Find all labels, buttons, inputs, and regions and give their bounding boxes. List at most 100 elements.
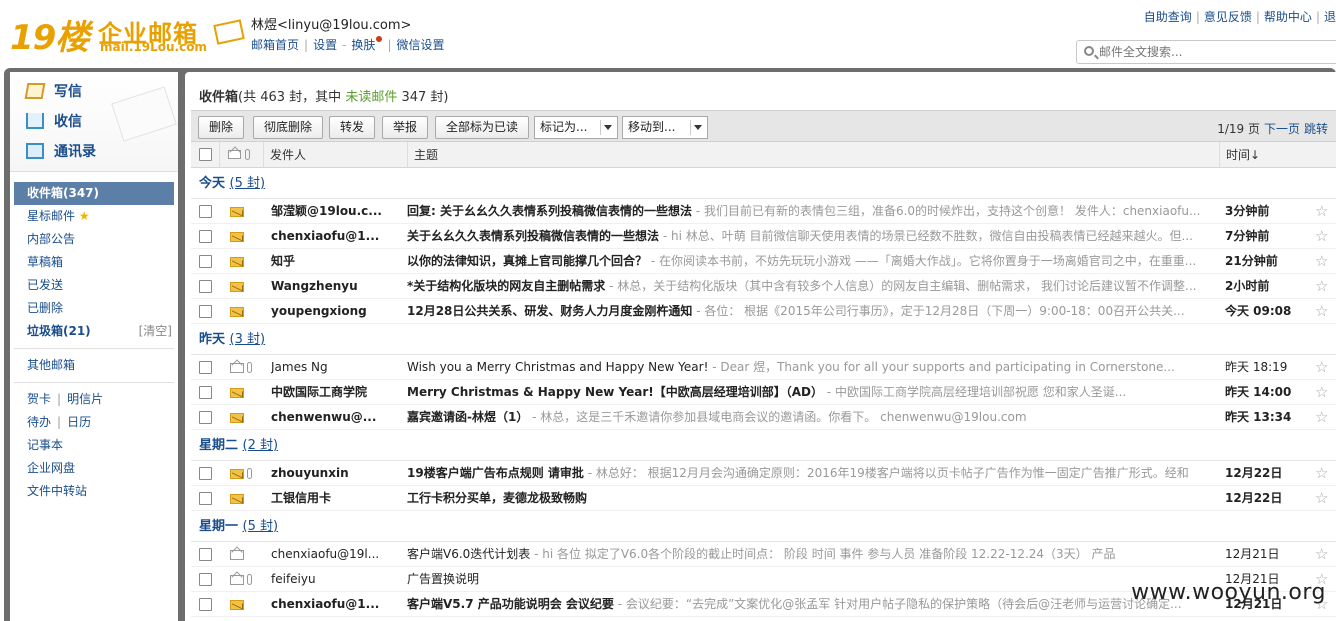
contacts-button[interactable]: 通讯录 [26, 141, 96, 163]
self-service-link[interactable]: 自助查询 [1144, 10, 1192, 24]
clear-spam-button[interactable]: [清空] [139, 320, 172, 343]
postcard-link[interactable]: 明信片 [67, 392, 103, 406]
sender-column-header[interactable]: 发件人 [263, 142, 407, 168]
mail-checkbox[interactable] [199, 305, 212, 318]
feedback-link[interactable]: 意见反馈 [1204, 10, 1252, 24]
next-page-link[interactable]: 下一页 [1264, 122, 1300, 136]
compose-button[interactable]: 写信 [24, 81, 82, 103]
mark-all-read-button[interactable]: 全部标为已读 [435, 116, 530, 139]
star-toggle-icon[interactable]: ☆ [1315, 486, 1328, 511]
nav-skin[interactable]: 换肤 [351, 38, 375, 52]
nav-settings[interactable]: 设置 [313, 38, 337, 52]
date-group-count[interactable]: (5 封) [243, 519, 279, 534]
date-group-count[interactable]: (2 封) [243, 438, 279, 453]
mail-checkbox[interactable] [199, 230, 212, 243]
todo-link[interactable]: 待办 [27, 415, 51, 429]
mail-row[interactable]: chenwenwu@... 嘉宾邀请函-林煜（1） - 林总，这是三千禾邀请你参加… [191, 405, 1336, 430]
help-center-link[interactable]: 帮助中心 [1264, 10, 1312, 24]
mail-subject[interactable]: 客户端V5.7 产品功能说明会 会议纪要 - 会议纪要：“去完成”文案优化@张孟… [407, 592, 1207, 617]
time-column-header[interactable]: 时间↓ [1219, 142, 1336, 168]
jump-page-link[interactable]: 跳转 [1304, 122, 1328, 136]
star-toggle-icon[interactable]: ☆ [1315, 249, 1328, 274]
mail-subject[interactable]: 广告置换说明 [407, 567, 1207, 592]
other-mailbox-link[interactable]: 其他邮箱 [14, 354, 174, 377]
search-icon[interactable] [1084, 46, 1094, 56]
enterprise-disk-link[interactable]: 企业网盘 [14, 457, 174, 480]
star-toggle-icon[interactable]: ☆ [1315, 355, 1328, 380]
mail-subject[interactable]: 回复: 关于幺幺久久表情系列投稿微信表情的一些想法 - 我们目前已有新的表情包三… [407, 199, 1207, 224]
calendar-link[interactable]: 日历 [67, 415, 91, 429]
mail-subject[interactable]: 以你的法律知识，真摊上官司能撑几个回合？ - 在你阅读本书前，不妨先玩玩小游戏 … [407, 249, 1207, 274]
permanent-delete-button[interactable]: 彻底删除 [253, 116, 324, 139]
search-input[interactable] [1099, 44, 1329, 60]
mail-subject[interactable]: 关于幺幺久久表情系列投稿微信表情的一些想法 - hi 林总、叶萌 目前微信聊天使… [407, 224, 1207, 249]
mail-row[interactable]: youpengxiong 12月28日公共关系、研发、财务人力月度金刚杵通知 - … [191, 299, 1336, 324]
receive-button[interactable]: 收信 [26, 111, 82, 133]
star-toggle-icon[interactable]: ☆ [1315, 224, 1328, 249]
date-group-count[interactable]: (3 封) [230, 332, 266, 347]
folder-inbox[interactable]: 收件箱(347) [14, 182, 174, 205]
folder-spam[interactable]: 垃圾箱(21) [清空] [14, 320, 174, 343]
nav-wechat-settings[interactable]: 微信设置 [396, 38, 444, 52]
mail-checkbox[interactable] [199, 205, 212, 218]
logo[interactable]: 19楼 企业邮箱 mail.19Lou.com [10, 10, 245, 58]
top-header: 19楼 企业邮箱 mail.19Lou.com 林煜<linyu@19lou.c… [0, 0, 1336, 68]
file-transfer-link[interactable]: 文件中转站 [14, 480, 174, 503]
star-toggle-icon[interactable]: ☆ [1315, 380, 1328, 405]
mail-subject[interactable]: 客户端V6.0迭代计划表 - hi 各位 拟定了V6.0各个阶段的截止时间点： … [407, 542, 1207, 567]
mail-row[interactable]: James Ng Wish you a Merry Christmas and H… [191, 355, 1336, 380]
select-all-checkbox[interactable] [199, 148, 212, 161]
mail-row[interactable]: Wangzhenyu *关于结构化版块的网友自主删帖需求 - 林总，关于结构化版块… [191, 274, 1336, 299]
mail-subject[interactable]: 19楼客户端广告布点规则 请审批 - 林总好： 根据12月月会沟通确定原则：20… [407, 461, 1207, 486]
mail-row[interactable]: chenxiaofu@19l... 客户端V6.0迭代计划表 - hi 各位 拟定… [191, 542, 1336, 567]
mail-checkbox[interactable] [199, 573, 212, 586]
mail-subject[interactable]: Wish you a Merry Christmas and Happy New… [407, 355, 1207, 380]
greeting-card-link[interactable]: 贺卡 [27, 392, 51, 406]
star-toggle-icon[interactable]: ☆ [1315, 542, 1328, 567]
mail-checkbox[interactable] [199, 492, 212, 505]
mail-subject[interactable]: 12月28日公共关系、研发、财务人力月度金刚杵通知 - 各位： 根据《2015年… [407, 299, 1207, 324]
move-to-dropdown[interactable]: 移动到... [622, 116, 708, 139]
mail-checkbox[interactable] [199, 361, 212, 374]
folder-deleted[interactable]: 已删除 [14, 297, 174, 320]
mail-row[interactable]: chenxiaofu@1... 关于幺幺久久表情系列投稿微信表情的一些想法 - h… [191, 224, 1336, 249]
folder-announcements[interactable]: 内部公告 [14, 228, 174, 251]
logout-link[interactable]: 退 [1324, 10, 1336, 24]
mail-row[interactable]: zhouyunxin 19楼客户端广告布点规则 请审批 - 林总好： 根据12月月… [191, 461, 1336, 486]
forward-button[interactable]: 转发 [329, 116, 376, 139]
mail-row[interactable]: 中欧国际工商学院 Merry Christmas & Happy New Year… [191, 380, 1336, 405]
mail-row[interactable]: 工银信用卡 工行卡积分买单，麦德龙极致畅购 12月22日 ☆ [191, 486, 1336, 511]
folder-drafts[interactable]: 草稿箱 [14, 251, 174, 274]
delete-button[interactable]: 删除 [198, 116, 245, 139]
star-toggle-icon[interactable]: ☆ [1315, 461, 1328, 486]
mail-subject[interactable]: 嘉宾邀请函-林煜（1） - 林总，这是三千禾邀请你参加县域电商会议的邀请函。你看… [407, 405, 1207, 430]
mail-row[interactable]: 知乎 以你的法律知识，真摊上官司能撑几个回合？ - 在你阅读本书前，不妨先玩玩小游… [191, 249, 1336, 274]
star-toggle-icon[interactable]: ☆ [1315, 199, 1328, 224]
mail-subject[interactable]: 工行卡积分买单，麦德龙极致畅购 [407, 486, 1207, 511]
mark-as-dropdown[interactable]: 标记为... [534, 116, 618, 139]
mail-checkbox[interactable] [199, 386, 212, 399]
notepad-link[interactable]: 记事本 [14, 434, 174, 457]
unread-filter-link[interactable]: 未读邮件 [345, 90, 397, 105]
mail-subject[interactable]: *关于结构化版块的网友自主删帖需求 - 林总，关于结构化版块（其中含有较多个人信… [407, 274, 1207, 299]
mail-checkbox[interactable] [199, 598, 212, 611]
subject-column-header[interactable]: 主题 [407, 142, 1219, 168]
mail-checkbox[interactable] [199, 467, 212, 480]
folder-starred[interactable]: 星标邮件 ★ [14, 205, 174, 228]
mail-subject[interactable]: Merry Christmas & Happy New Year!【中欧高层经理… [407, 380, 1207, 405]
mail-checkbox[interactable] [199, 255, 212, 268]
star-toggle-icon[interactable]: ☆ [1315, 274, 1328, 299]
mail-time: 12月21日 [1225, 547, 1280, 561]
nav-mail-home[interactable]: 邮箱首页 [251, 38, 299, 52]
report-button[interactable]: 举报 [382, 116, 429, 139]
mail-checkbox[interactable] [199, 411, 212, 424]
mail-row[interactable]: 邹滢颖@19lou.c... 回复: 关于幺幺久久表情系列投稿微信表情的一些想法 … [191, 199, 1336, 224]
mail-checkbox[interactable] [199, 548, 212, 561]
logo-number: 19楼 [10, 18, 89, 58]
folder-sent[interactable]: 已发送 [14, 274, 174, 297]
mail-checkbox[interactable] [199, 280, 212, 293]
date-group-count[interactable]: (5 封) [230, 176, 266, 191]
star-toggle-icon[interactable]: ☆ [1315, 299, 1328, 324]
star-toggle-icon[interactable]: ☆ [1315, 405, 1328, 430]
mark-as-label: 标记为... [540, 120, 588, 134]
